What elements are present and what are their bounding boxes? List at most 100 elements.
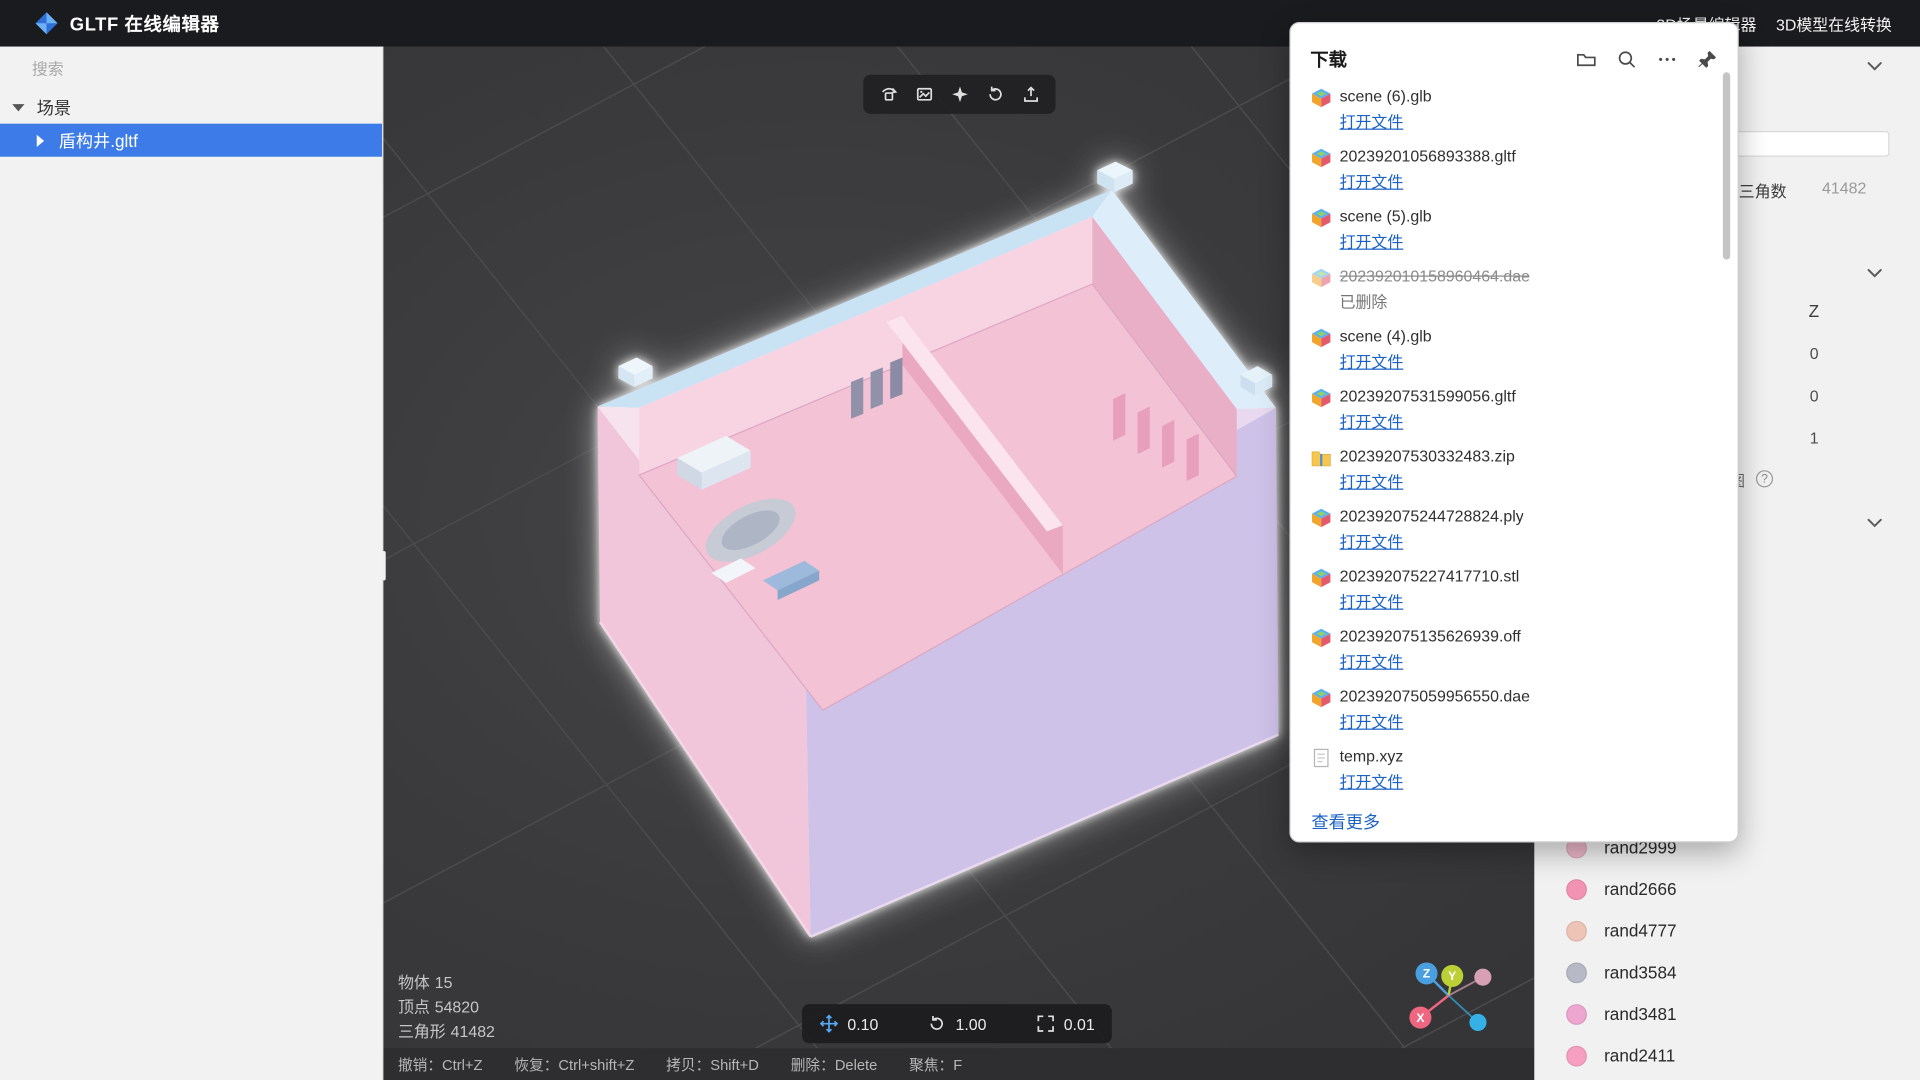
open-file-link[interactable]: 打开文件 xyxy=(1340,529,1404,552)
gizmo-neg-axis[interactable] xyxy=(1469,1014,1486,1031)
open-downloads-folder-icon[interactable] xyxy=(1575,48,1597,70)
deleted-status-label: 已删除 xyxy=(1340,289,1388,312)
download-file-name[interactable]: 20239207530332483.zip xyxy=(1340,447,1515,467)
download-file-name[interactable]: 202392075135626939.off xyxy=(1340,627,1521,647)
model-file-icon xyxy=(1311,88,1331,108)
material-color-swatch xyxy=(1566,879,1587,900)
export-icon[interactable] xyxy=(1016,80,1045,109)
material-color-swatch xyxy=(1566,1045,1587,1066)
model-file-icon xyxy=(1311,388,1331,408)
tree-node-model-selected[interactable]: 盾构井.gltf xyxy=(0,124,382,157)
download-file-name[interactable]: scene (4).glb xyxy=(1340,327,1432,347)
rotate-snap[interactable]: 1.00 xyxy=(927,1014,986,1034)
material-name: rand2411 xyxy=(1604,1046,1675,1066)
download-item[interactable]: 20239207531599056.gltf 打开文件 xyxy=(1311,387,1737,440)
view-toolbar xyxy=(863,75,1055,114)
more-options-icon[interactable] xyxy=(1656,48,1678,70)
vector-value[interactable]: 0 xyxy=(1810,344,1819,362)
section-chevron-icon[interactable] xyxy=(1867,268,1882,278)
open-file-link[interactable]: 打开文件 xyxy=(1340,589,1404,612)
download-item[interactable]: 202392075059956550.dae 打开文件 xyxy=(1311,687,1737,740)
model-3d-render[interactable] xyxy=(598,162,1279,937)
rotate-icon xyxy=(927,1014,947,1034)
download-file-name[interactable]: 202392075244728824.ply xyxy=(1340,507,1524,527)
downloads-popup: 下载 scene (6).glb 打开文件 xyxy=(1289,22,1738,842)
see-more-link[interactable]: 查看更多 xyxy=(1311,809,1380,833)
model-file-icon xyxy=(1311,328,1331,348)
download-file-name[interactable]: scene (6).glb xyxy=(1340,87,1432,107)
open-file-link[interactable]: 打开文件 xyxy=(1340,169,1404,192)
download-item[interactable]: 202392075227417710.stl 打开文件 xyxy=(1311,567,1737,620)
section-chevron-icon[interactable] xyxy=(1867,61,1882,71)
download-item[interactable]: 202392075244728824.ply 打开文件 xyxy=(1311,507,1737,560)
vector-value[interactable]: 1 xyxy=(1810,429,1819,447)
download-file-name[interactable]: 20239207531599056.gltf xyxy=(1340,387,1516,407)
gltf-editor-app: GLTF 在线编辑器 3D场景编辑器 3D模型在线转换 场景 盾构井.gltf xyxy=(0,0,1920,1080)
translate-snap[interactable]: 0.10 xyxy=(819,1014,878,1034)
gizmo-neg-axis[interactable] xyxy=(1474,969,1491,986)
download-item[interactable]: scene (5).glb 打开文件 xyxy=(1311,207,1737,260)
shortcut-hint-bar: 撤销：Ctrl+Z 恢复：Ctrl+shift+Z 拷贝：Shift+D 删除：… xyxy=(383,1048,1534,1080)
scale-snap[interactable]: 0.01 xyxy=(1036,1014,1095,1034)
material-row[interactable]: rand2666 xyxy=(1534,868,1920,910)
download-item[interactable]: 20239201056893388.gltf 打开文件 xyxy=(1311,147,1737,200)
open-file-link[interactable]: 打开文件 xyxy=(1340,709,1404,732)
open-file-link[interactable]: 打开文件 xyxy=(1340,469,1404,492)
popup-scrollbar[interactable] xyxy=(1723,72,1730,259)
open-file-link[interactable]: 打开文件 xyxy=(1340,769,1404,792)
material-color-swatch xyxy=(1566,962,1587,983)
model-file-icon xyxy=(1311,508,1331,528)
gizmo-y-label: Y xyxy=(1448,969,1456,983)
download-file-name[interactable]: 202392075227417710.stl xyxy=(1340,567,1520,587)
section-chevron-icon[interactable] xyxy=(1867,518,1882,528)
open-file-link[interactable]: 打开文件 xyxy=(1340,229,1404,252)
model-file-icon xyxy=(1311,688,1331,708)
search-downloads-icon[interactable] xyxy=(1615,48,1637,70)
link-model-convert[interactable]: 3D模型在线转换 xyxy=(1776,12,1892,35)
material-row[interactable]: rand4777 xyxy=(1534,910,1920,952)
help-icon[interactable]: ? xyxy=(1756,470,1773,487)
download-file-name[interactable]: temp.xyz xyxy=(1340,747,1404,767)
download-item[interactable]: 20239207530332483.zip 打开文件 xyxy=(1311,447,1737,500)
panel-resize-handle[interactable] xyxy=(382,551,386,580)
material-row[interactable]: rand3481 xyxy=(1534,993,1920,1035)
shortcut-redo: 恢复：Ctrl+shift+Z xyxy=(514,1054,634,1075)
app-title: GLTF 在线编辑器 xyxy=(70,10,220,36)
download-item[interactable]: scene (4).glb 打开文件 xyxy=(1311,327,1737,380)
download-item[interactable]: 202392075135626939.off 打开文件 xyxy=(1311,627,1737,680)
pin-popup-icon[interactable] xyxy=(1696,48,1718,70)
download-item[interactable]: temp.xyz 打开文件 xyxy=(1311,747,1737,800)
model-file-icon xyxy=(1311,568,1331,588)
open-file-link[interactable]: 打开文件 xyxy=(1340,409,1404,432)
download-file-name: 202392010158960464.dae xyxy=(1340,267,1530,287)
model-file-icon xyxy=(1311,268,1331,288)
shortcut-copy: 拷贝：Shift+D xyxy=(666,1054,759,1075)
tree-node-scene[interactable]: 场景 xyxy=(0,91,382,124)
download-file-name[interactable]: scene (5).glb xyxy=(1340,207,1432,227)
search-input[interactable] xyxy=(29,59,352,80)
download-item-deleted[interactable]: 202392010158960464.dae 已删除 xyxy=(1311,267,1737,320)
scene-stats: 物体15 顶点54820 三角形41482 xyxy=(398,971,495,1044)
open-file-link[interactable]: 打开文件 xyxy=(1340,349,1404,372)
vector-value[interactable]: 0 xyxy=(1810,387,1819,405)
open-file-link[interactable]: 打开文件 xyxy=(1340,109,1404,132)
material-row[interactable]: rand2411 xyxy=(1534,1035,1920,1077)
focus-icon[interactable] xyxy=(945,80,974,109)
material-name: rand3481 xyxy=(1604,1004,1676,1024)
download-item[interactable]: scene (6).glb 打开文件 xyxy=(1311,87,1737,140)
stat-triangles: 三角形41482 xyxy=(398,1020,495,1044)
download-file-name[interactable]: 202392075059956550.dae xyxy=(1340,687,1530,707)
download-file-name[interactable]: 20239201056893388.gltf xyxy=(1340,147,1516,167)
downloads-list: scene (6).glb 打开文件 20239201056893388.glt… xyxy=(1291,80,1738,800)
material-row[interactable]: rand3584 xyxy=(1534,951,1920,993)
material-color-swatch xyxy=(1566,920,1587,941)
material-list: rand2999 rand2666 rand4777 rand3584 rand… xyxy=(1534,827,1920,1077)
material-color-swatch xyxy=(1566,1003,1587,1024)
app-logo-icon xyxy=(34,11,58,35)
open-file-link[interactable]: 打开文件 xyxy=(1340,649,1404,672)
axis-gizmo[interactable]: Z Y X xyxy=(1397,956,1507,1044)
downloads-header: 下载 xyxy=(1291,23,1738,79)
reset-view-icon[interactable] xyxy=(874,80,903,109)
rotate-view-icon[interactable] xyxy=(980,80,1009,109)
snapshot-icon[interactable] xyxy=(909,80,938,109)
